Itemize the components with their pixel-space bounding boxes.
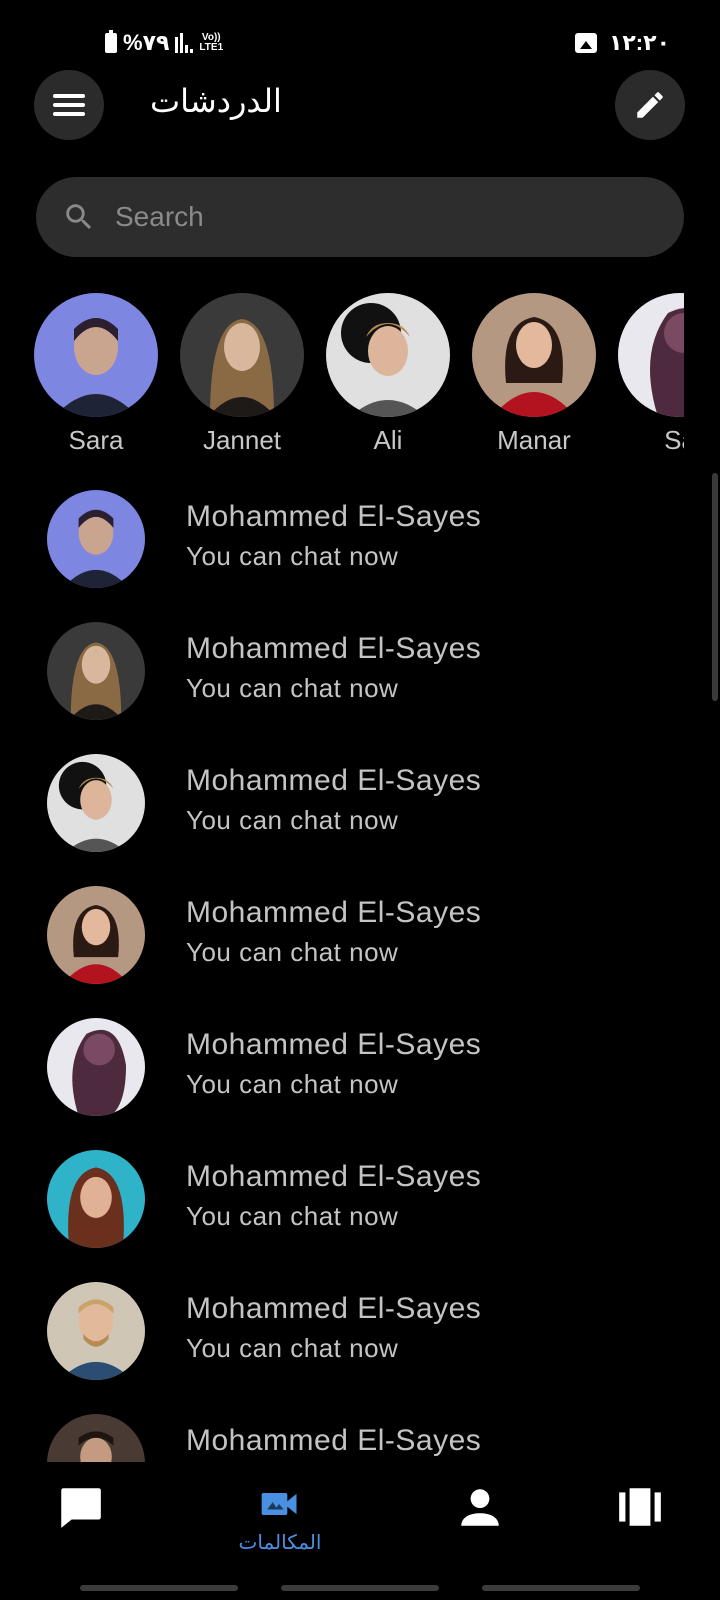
search-input[interactable] <box>115 201 684 233</box>
avatar <box>47 1414 145 1462</box>
chat-message: You can chat now <box>186 937 399 967</box>
chat-name: Mohammed El-Sayes <box>186 1292 482 1325</box>
story-item[interactable]: Ali <box>326 293 450 456</box>
chat-message: You can chat now <box>186 673 399 703</box>
story-item[interactable]: Sa <box>618 293 684 456</box>
story-name: Ali <box>373 425 403 455</box>
video-camera-icon <box>261 1493 297 1515</box>
network-label: Vo)) LTE1 <box>199 32 224 53</box>
avatar[interactable] <box>180 293 304 417</box>
gallery-icon <box>574 33 597 53</box>
chat-row[interactable]: Mohammed El-Sayes You can chat now <box>0 1008 720 1142</box>
avatar <box>47 1150 145 1248</box>
story-item[interactable]: Sara <box>34 293 158 456</box>
chat-message: You can chat now <box>186 541 399 571</box>
chat-message: You can chat now <box>186 805 399 835</box>
story-name: Sara <box>68 425 124 455</box>
chat-row[interactable]: Mohammed El-Sayes You can chat now <box>0 1272 720 1406</box>
status-bar: %٧٩ Vo)) LTE1 ١٢:٢٠ <box>0 0 720 90</box>
chat-name: Mohammed El-Sayes <box>186 1424 482 1457</box>
battery-icon <box>105 30 117 53</box>
avatar <box>47 1018 145 1116</box>
chat-message: You can chat now <box>186 1069 399 1099</box>
chat-name: Mohammed El-Sayes <box>186 632 482 665</box>
system-gesture-bar <box>80 1585 238 1591</box>
story-item[interactable]: Jannet <box>180 293 304 456</box>
status-right: ١٢:٢٠ <box>574 30 670 56</box>
battery-text: %٧٩ <box>123 30 170 55</box>
nav-people[interactable] <box>420 1482 540 1536</box>
stories-carousel-icon <box>619 1488 661 1526</box>
menu-button[interactable] <box>34 70 104 140</box>
nav-label: المكالمات <box>238 1532 322 1554</box>
nav-stories[interactable] <box>580 1482 700 1536</box>
nav-chats[interactable] <box>20 1482 140 1536</box>
avatar[interactable] <box>618 293 684 417</box>
pencil-icon <box>637 92 663 118</box>
chat-row[interactable]: Mohammed El-Sayes You can chat now <box>0 612 720 746</box>
avatar <box>47 622 145 720</box>
avatar[interactable] <box>472 293 596 417</box>
chat-name: Mohammed El-Sayes <box>186 1028 482 1061</box>
story-name: Manar <box>497 425 571 455</box>
nav-calls[interactable]: المكالمات <box>220 1482 340 1555</box>
story-item[interactable]: Manar <box>472 293 596 456</box>
hamburger-menu-icon <box>53 94 85 116</box>
clock: ١٢:٢٠ <box>608 30 670 55</box>
chat-name: Mohammed El-Sayes <box>186 1160 482 1193</box>
chat-name: Mohammed El-Sayes <box>186 764 482 797</box>
avatar <box>47 490 145 588</box>
story-name: Sa <box>664 425 684 455</box>
chat-message: You can chat now <box>186 1333 399 1363</box>
status-left: %٧٩ Vo)) LTE1 <box>105 30 223 56</box>
signal-icon <box>175 33 194 53</box>
chat-row[interactable]: Mohammed El-Sayes You can chat now <box>0 1140 720 1274</box>
chat-name: Mohammed El-Sayes <box>186 896 482 929</box>
system-gesture-bar <box>281 1585 439 1591</box>
search-bar[interactable] <box>36 177 684 257</box>
chat-bubble-icon <box>61 1488 101 1528</box>
chat-list[interactable]: Mohammed El-Sayes You can chat now Moham… <box>0 480 720 1462</box>
page-title: الدردشات <box>150 83 282 119</box>
person-icon <box>461 1489 499 1526</box>
chat-message: You can chat now <box>186 1201 399 1231</box>
chat-row[interactable]: Mohammed El-Sayes <box>0 1404 720 1462</box>
stories-row[interactable]: Sara Jannet Ali Manar S <box>34 293 684 458</box>
bottom-nav: المكالمات <box>0 1462 720 1600</box>
search-icon <box>61 199 97 235</box>
chat-row[interactable]: Mohammed El-Sayes You can chat now <box>0 480 720 614</box>
avatar[interactable] <box>34 293 158 417</box>
chat-row[interactable]: Mohammed El-Sayes You can chat now <box>0 876 720 1010</box>
avatar <box>47 886 145 984</box>
story-name: Jannet <box>202 425 282 455</box>
avatar <box>47 754 145 852</box>
chat-name: Mohammed El-Sayes <box>186 500 482 533</box>
compose-button[interactable] <box>615 70 685 140</box>
system-gesture-bar <box>482 1585 640 1591</box>
chat-row[interactable]: Mohammed El-Sayes You can chat now <box>0 744 720 878</box>
avatar <box>47 1282 145 1380</box>
avatar[interactable] <box>326 293 450 417</box>
